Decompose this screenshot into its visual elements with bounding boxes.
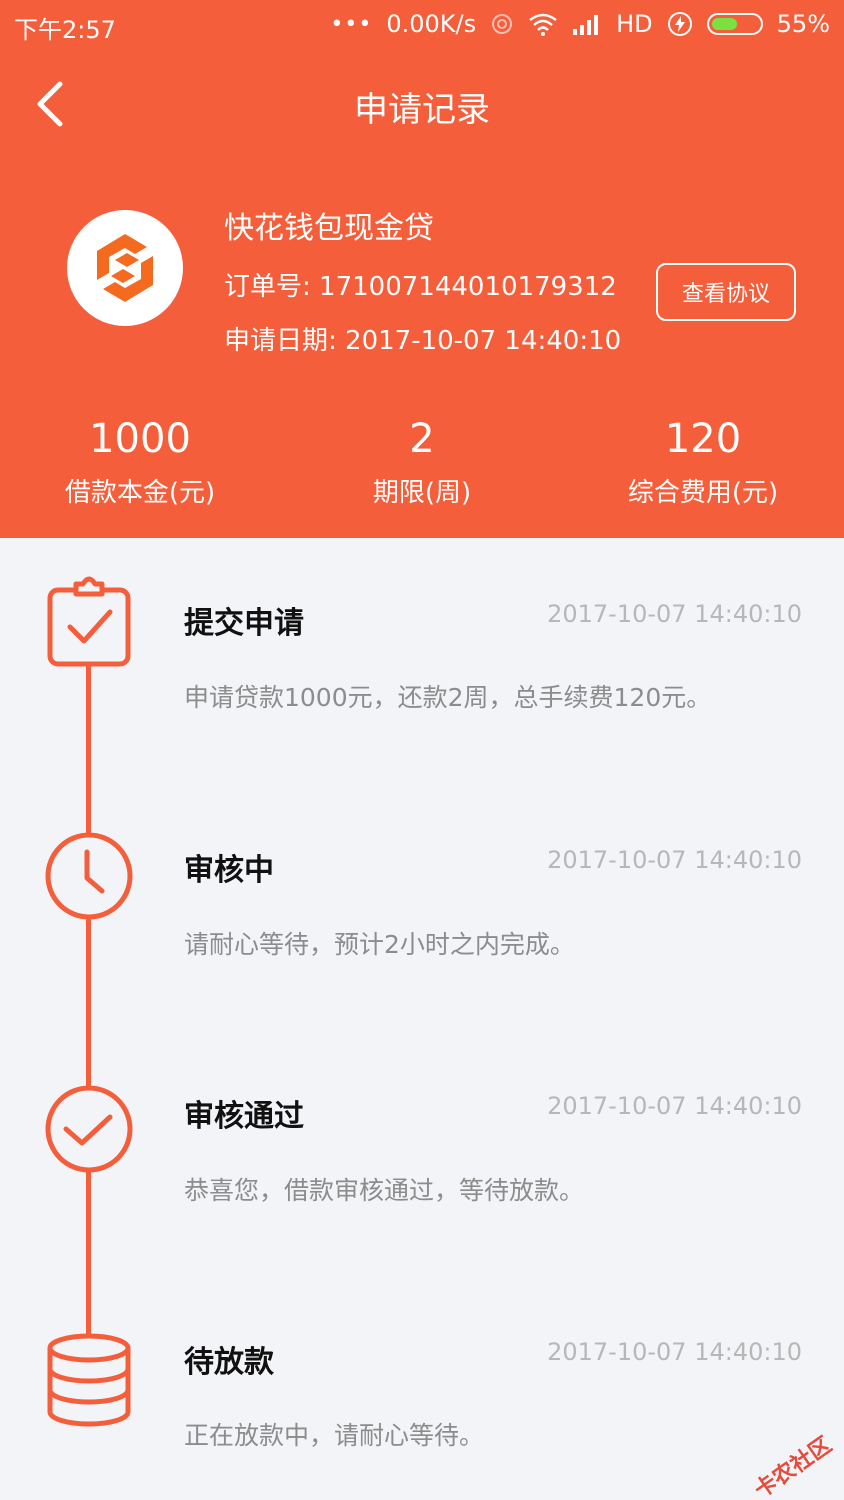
view-agreement-button[interactable]: 查看协议 xyxy=(656,263,796,321)
status-time: 下午2:57 xyxy=(14,16,116,44)
step-title: 审核通过 xyxy=(184,1099,304,1134)
step-title: 审核中 xyxy=(184,853,274,888)
stat-term: 2 期限(周) xyxy=(282,414,562,509)
step-desc: 请耐心等待，预计2小时之内完成。 xyxy=(184,930,575,959)
watermark: 卡农社区 xyxy=(750,1432,837,1500)
step-desc: 正在放款中，请耐心等待。 xyxy=(184,1421,485,1450)
stat-principal-label: 借款本金(元) xyxy=(64,478,216,508)
check-circle-icon xyxy=(45,1085,133,1173)
stat-term-value: 2 xyxy=(409,416,435,462)
step-time: 2017-10-07 14:40:10 xyxy=(547,600,802,628)
nav-bar: 申请记录 xyxy=(0,60,844,150)
sync-icon xyxy=(492,14,513,34)
status-bar: 下午2:57 ••• 0.00K/s HD 55% xyxy=(0,0,844,50)
hd-indicator: HD xyxy=(616,10,653,38)
product-name: 快花钱包现金贷 xyxy=(224,211,434,246)
apply-date-label: 申请日期: xyxy=(224,326,346,356)
network-speed: 0.00K/s xyxy=(386,10,477,38)
stat-principal: 1000 借款本金(元) xyxy=(0,414,280,509)
status-right: ••• 0.00K/s HD 55% xyxy=(330,10,830,38)
stat-fee: 120 综合费用(元) xyxy=(563,414,843,509)
order-number: 171007144010179312 xyxy=(319,272,617,302)
clock-icon xyxy=(45,832,133,920)
product-logo-icon xyxy=(97,234,153,302)
stat-fee-value: 120 xyxy=(664,416,742,462)
step-time: 2017-10-07 14:40:10 xyxy=(547,1092,802,1120)
stat-principal-value: 1000 xyxy=(89,416,191,462)
apply-date: 2017-10-07 14:40:10 xyxy=(345,326,622,356)
more-dots: ••• xyxy=(330,11,373,37)
signal-icon xyxy=(573,15,599,35)
timeline-line xyxy=(86,660,91,1350)
step-desc: 恭喜您，借款审核通过，等待放款。 xyxy=(184,1176,585,1205)
order-number-row: 订单号: 171007144010179312 xyxy=(224,266,617,303)
step-desc: 申请贷款1000元，还款2周，总手续费120元。 xyxy=(184,683,712,712)
page-title: 申请记录 xyxy=(354,90,490,130)
step-time: 2017-10-07 14:40:10 xyxy=(547,1338,802,1366)
battery-fill xyxy=(711,18,737,30)
product-logo xyxy=(67,210,183,326)
charging-icon xyxy=(667,12,692,36)
battery-icon xyxy=(706,13,763,35)
step-title: 待放款 xyxy=(184,1345,274,1380)
order-number-label: 订单号: xyxy=(224,272,320,302)
apply-date-row: 申请日期: 2017-10-07 14:40:10 xyxy=(224,320,621,357)
step-time: 2017-10-07 14:40:10 xyxy=(547,846,802,874)
step-title: 提交申请 xyxy=(184,606,304,641)
wifi-icon xyxy=(529,13,557,36)
battery-percent: 55% xyxy=(776,10,830,38)
clipboard-check-icon xyxy=(47,576,131,667)
stat-fee-label: 综合费用(元) xyxy=(627,478,779,508)
stat-term-label: 期限(周) xyxy=(372,478,472,508)
database-icon xyxy=(47,1333,131,1427)
